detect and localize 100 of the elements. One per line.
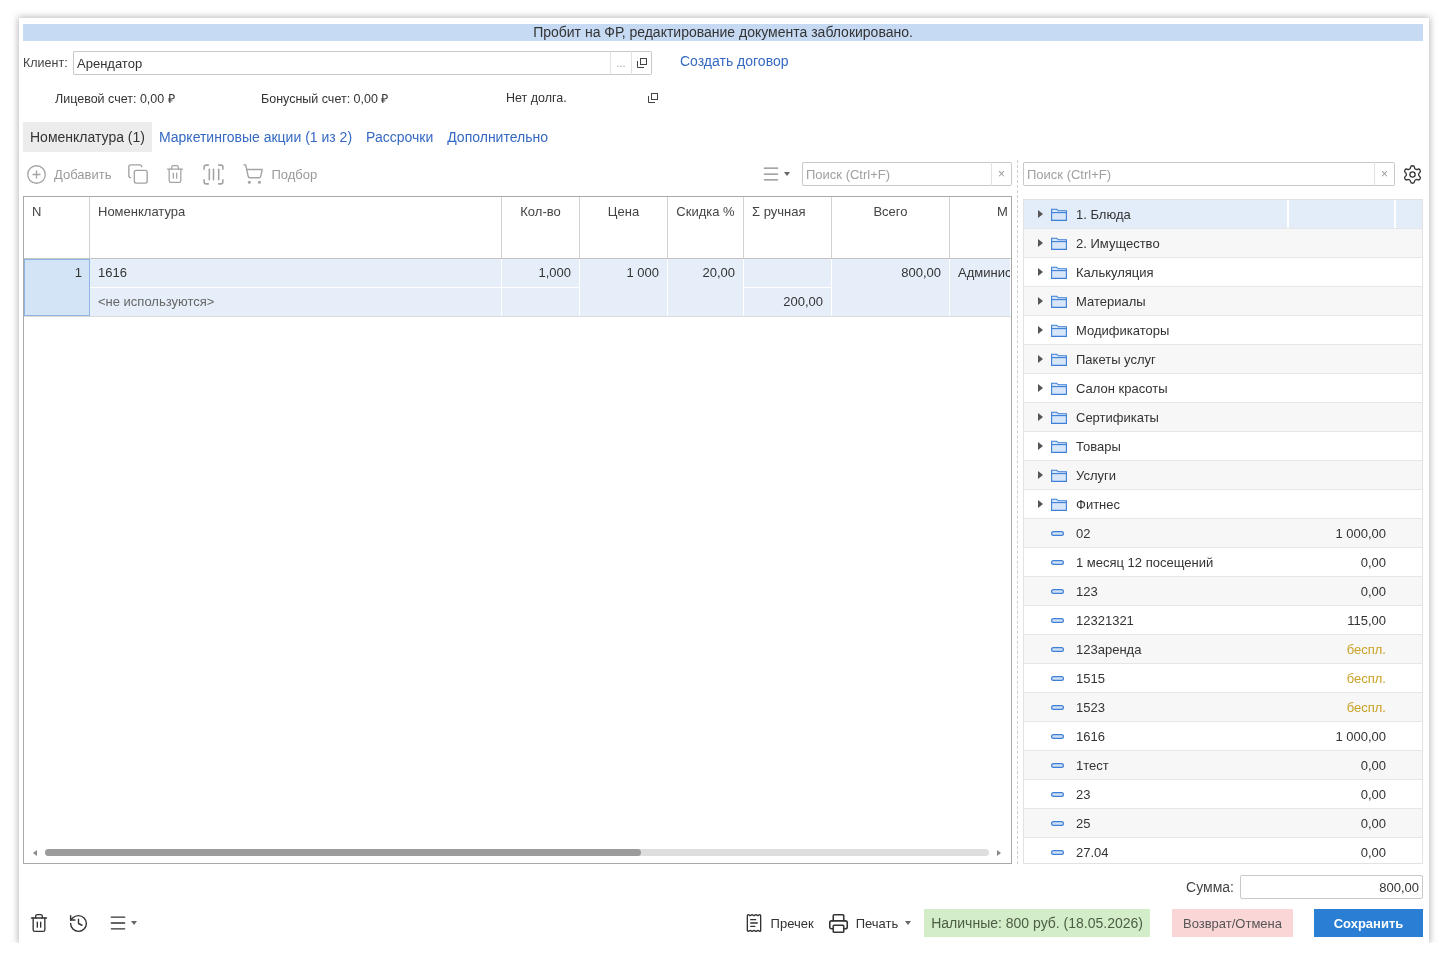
- expand-caret-icon[interactable]: [1038, 471, 1043, 479]
- print-button[interactable]: Печать: [827, 912, 912, 934]
- table-cell: 20,00: [668, 259, 744, 316]
- catalog-label: 23: [1076, 786, 1092, 802]
- column-header[interactable]: Всего: [832, 197, 950, 258]
- column-header[interactable]: Кол-во: [502, 197, 580, 258]
- save-button[interactable]: Сохранить: [1314, 909, 1423, 937]
- folder-icon: [1051, 236, 1067, 250]
- catalog-label: 25: [1076, 815, 1092, 831]
- price-text: 0,00: [1360, 815, 1386, 831]
- catalog-label: 123: [1076, 583, 1099, 599]
- arrow-left-icon[interactable]: [33, 849, 37, 856]
- catalog-row[interactable]: 2. Имущество: [1024, 229, 1422, 258]
- folder-icon: [1051, 323, 1067, 337]
- catalog-label: Товары: [1076, 438, 1122, 454]
- tab[interactable]: Маркетинговые акции (1 из 2): [151, 122, 360, 152]
- catalog-row[interactable]: 02 1 000,00: [1024, 519, 1422, 548]
- price-text: 0,00: [1360, 844, 1386, 860]
- catalog-label: 1523: [1076, 699, 1106, 715]
- column-header[interactable]: Цена: [580, 197, 668, 258]
- table-cell: 1: [24, 259, 90, 316]
- tab[interactable]: Дополнительно: [440, 122, 555, 152]
- expand-caret-icon[interactable]: [1038, 413, 1043, 421]
- search-input[interactable]: Поиск (Ctrl+F): [1023, 162, 1375, 186]
- catalog-row[interactable]: 1тест 0,00: [1024, 751, 1422, 780]
- search-input[interactable]: Поиск (Ctrl+F): [802, 162, 991, 186]
- expand-caret-icon[interactable]: [1038, 239, 1043, 247]
- sum-input[interactable]: 800,00: [1240, 875, 1423, 899]
- scrollbar-thumb[interactable]: [45, 849, 641, 856]
- catalog-row[interactable]: 25 0,00: [1024, 809, 1422, 838]
- expand-caret-icon[interactable]: [1038, 297, 1043, 305]
- column-header[interactable]: Скидка %: [668, 197, 744, 258]
- caret-icon[interactable]: [784, 172, 790, 176]
- open-button[interactable]: [631, 51, 652, 75]
- item-icon: [1051, 646, 1064, 652]
- table-cell: 200,00: [744, 288, 832, 316]
- column-header[interactable]: М: [950, 197, 1011, 258]
- catalog-row[interactable]: 123 0,00: [1024, 577, 1422, 606]
- history-icon[interactable]: [68, 912, 89, 934]
- caret-icon: [905, 921, 912, 925]
- price-text: 1 000,00: [1335, 728, 1386, 744]
- catalog-label: 12321321: [1076, 612, 1135, 628]
- folder-icon: [1051, 439, 1067, 453]
- caret-icon[interactable]: [131, 921, 137, 925]
- column-header[interactable]: Номенклатура: [90, 197, 502, 258]
- item-icon: [1051, 762, 1064, 768]
- table-cell: 1,000: [502, 259, 580, 288]
- price-text: 0,00: [1360, 786, 1386, 802]
- catalog-row[interactable]: Материалы: [1024, 287, 1422, 316]
- catalog-row[interactable]: Услуги: [1024, 461, 1422, 490]
- create-contract-link[interactable]: Создать договор: [680, 53, 789, 69]
- open-window-icon[interactable]: [648, 93, 658, 103]
- expand-caret-icon[interactable]: [1038, 384, 1043, 392]
- client-input[interactable]: Арендатор: [73, 51, 610, 75]
- catalog-label: Салон красоты: [1076, 380, 1169, 396]
- table-cell: <не используются>: [90, 288, 502, 316]
- scrollbar-track[interactable]: [45, 849, 989, 856]
- folder-icon: [1051, 207, 1067, 221]
- balance-text: Бонусный счет: 0,00 ₽: [261, 90, 390, 107]
- arrow-right-icon[interactable]: [997, 849, 1001, 856]
- folder-icon: [1051, 294, 1067, 308]
- balance-text: Лицевой счет: 0,00 ₽: [55, 90, 176, 107]
- catalog-row[interactable]: Пакеты услуг: [1024, 345, 1422, 374]
- catalog-label: 1 месяц 12 посещений: [1076, 554, 1215, 570]
- folder-icon: [1051, 410, 1067, 424]
- catalog-label: Услуги: [1076, 467, 1117, 483]
- item-icon: [1051, 675, 1064, 681]
- folder-icon: [1051, 265, 1067, 279]
- expand-caret-icon[interactable]: [1038, 210, 1043, 218]
- catalog-row[interactable]: 123аренда беспл.: [1024, 635, 1422, 664]
- settings-icon[interactable]: [1402, 163, 1423, 185]
- expand-caret-icon[interactable]: [1038, 326, 1043, 334]
- column-header[interactable]: Σ ручная: [744, 197, 832, 258]
- column-header[interactable]: N: [24, 197, 90, 258]
- expand-caret-icon[interactable]: [1038, 355, 1043, 363]
- catalog-label: Фитнес: [1076, 496, 1121, 512]
- catalog-label: Модификаторы: [1076, 322, 1171, 338]
- refund-button[interactable]: Возврат/Отмена: [1172, 909, 1293, 937]
- item-icon: [1051, 530, 1064, 536]
- expand-caret-icon[interactable]: [1038, 500, 1043, 508]
- price-text: 115,00: [1347, 612, 1386, 628]
- tab[interactable]: Номенклатура (1): [23, 122, 152, 152]
- expand-caret-icon[interactable]: [1038, 442, 1043, 450]
- catalog-label: Материалы: [1076, 293, 1147, 309]
- precheck-button[interactable]: Пречек: [743, 913, 814, 933]
- tab[interactable]: Рассрочки: [359, 122, 441, 152]
- table-cell: 1616: [90, 259, 502, 288]
- expand-caret-icon[interactable]: [1038, 268, 1043, 276]
- printer-icon: [827, 912, 849, 934]
- catalog-label: 1тест: [1076, 757, 1110, 773]
- price-text: беспл.: [1346, 641, 1386, 657]
- catalog-row[interactable]: Сертификаты: [1024, 403, 1422, 432]
- delete-icon[interactable]: [29, 913, 49, 933]
- payment-info: Наличные: 800 руб. (18.05.2026): [924, 909, 1150, 937]
- table-cell: 800,00: [832, 259, 950, 316]
- item-icon: [1051, 791, 1064, 797]
- catalog-row[interactable]: 1523 беспл.: [1024, 693, 1422, 722]
- item-icon: [1051, 733, 1064, 739]
- catalog-row[interactable]: 1. Блюда: [1024, 200, 1422, 229]
- catalog-label: 02: [1076, 525, 1092, 541]
